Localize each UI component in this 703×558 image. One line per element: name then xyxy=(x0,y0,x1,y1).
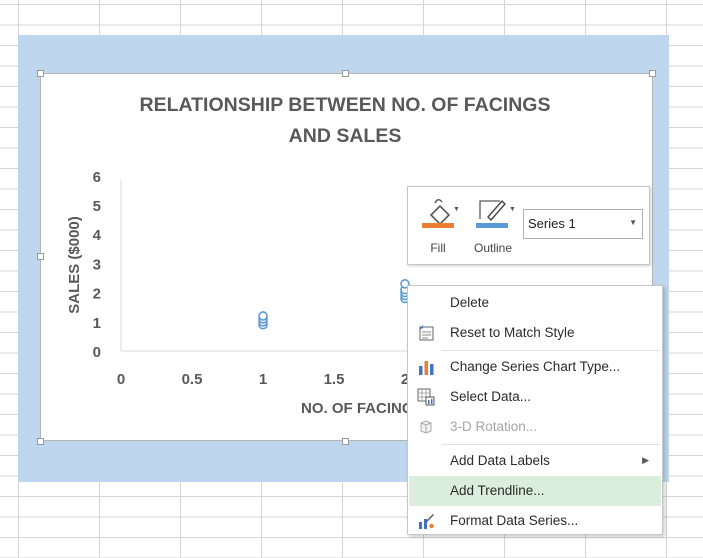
menu-item-label: Change Series Chart Type... xyxy=(450,359,621,374)
y-tick-label: 4 xyxy=(93,227,102,244)
y-tick-label: 0 xyxy=(93,344,101,361)
menu-separator xyxy=(442,350,661,351)
format-series-icon xyxy=(419,514,434,529)
fill-label: Fill xyxy=(430,241,446,255)
x-axis-title: NO. OF FACINGS xyxy=(301,400,424,417)
menu-item-reset-to-match-style[interactable]: Reset to Match Style xyxy=(409,318,661,348)
y-tick-label: 2 xyxy=(93,286,101,303)
menu-separator xyxy=(442,444,661,445)
fill-button[interactable]: ▼ Fill xyxy=(418,193,460,261)
menu-item-label: Add Data Labels xyxy=(450,453,550,468)
outline-button[interactable]: ▼ Outline xyxy=(466,193,520,261)
menu-item-label: Reset to Match Style xyxy=(450,325,575,340)
chevron-down-icon: ▼ xyxy=(629,218,637,227)
submenu-arrow-icon: ▶ xyxy=(642,455,649,465)
series-select-dropdown[interactable]: Series 1 ▼ xyxy=(523,209,643,239)
outline-dropdown-arrow-icon[interactable]: ▼ xyxy=(509,206,516,213)
menu-item-delete[interactable]: Delete xyxy=(409,288,661,318)
menu-item-label: Select Data... xyxy=(450,389,532,404)
x-tick-label: 0 xyxy=(117,371,125,388)
menu-item-select-data[interactable]: Select Data... xyxy=(409,382,661,412)
menu-item-add-data-labels[interactable]: Add Data Labels ▶ xyxy=(409,446,661,476)
outline-label: Outline xyxy=(473,241,513,255)
menu-item-change-series-chart-type[interactable]: Change Series Chart Type... xyxy=(409,352,661,382)
pen-outline-icon xyxy=(476,199,508,228)
y-axis-title: SALES ($000) xyxy=(66,216,83,314)
fill-dropdown-arrow-icon[interactable]: ▼ xyxy=(453,206,460,213)
menu-item-3d-rotation: 3-D Rotation... xyxy=(409,412,661,442)
menu-item-format-data-series[interactable]: Format Data Series... xyxy=(409,506,661,536)
y-tick-label: 6 xyxy=(93,169,101,186)
x-tick-label: 1.5 xyxy=(324,371,345,388)
reset-style-icon xyxy=(419,325,434,341)
select-data-icon xyxy=(417,388,435,406)
format-mini-toolbar: ▼ Fill ▼ Outline Series 1 ▼ xyxy=(407,186,650,265)
menu-item-label: Delete xyxy=(450,295,490,310)
y-tick-label: 3 xyxy=(93,256,101,273)
x-tick-label: 0.5 xyxy=(182,371,203,388)
series-select-value: Series 1 xyxy=(528,216,576,231)
bar-chart-icon xyxy=(419,361,434,375)
x-tick-label: 1 xyxy=(259,371,267,388)
paint-bucket-icon xyxy=(422,199,454,228)
cube-icon xyxy=(420,420,432,434)
context-menu: Delete Reset to Match Style Change Serie… xyxy=(407,285,663,535)
menu-item-label: Format Data Series... xyxy=(450,513,579,528)
data-point xyxy=(258,311,268,321)
y-tick-label: 5 xyxy=(93,198,101,215)
menu-item-label: 3-D Rotation... xyxy=(450,419,538,434)
menu-item-add-trendline[interactable]: Add Trendline... xyxy=(409,476,661,506)
menu-item-label: Add Trendline... xyxy=(450,483,545,498)
y-tick-label: 1 xyxy=(93,315,101,332)
